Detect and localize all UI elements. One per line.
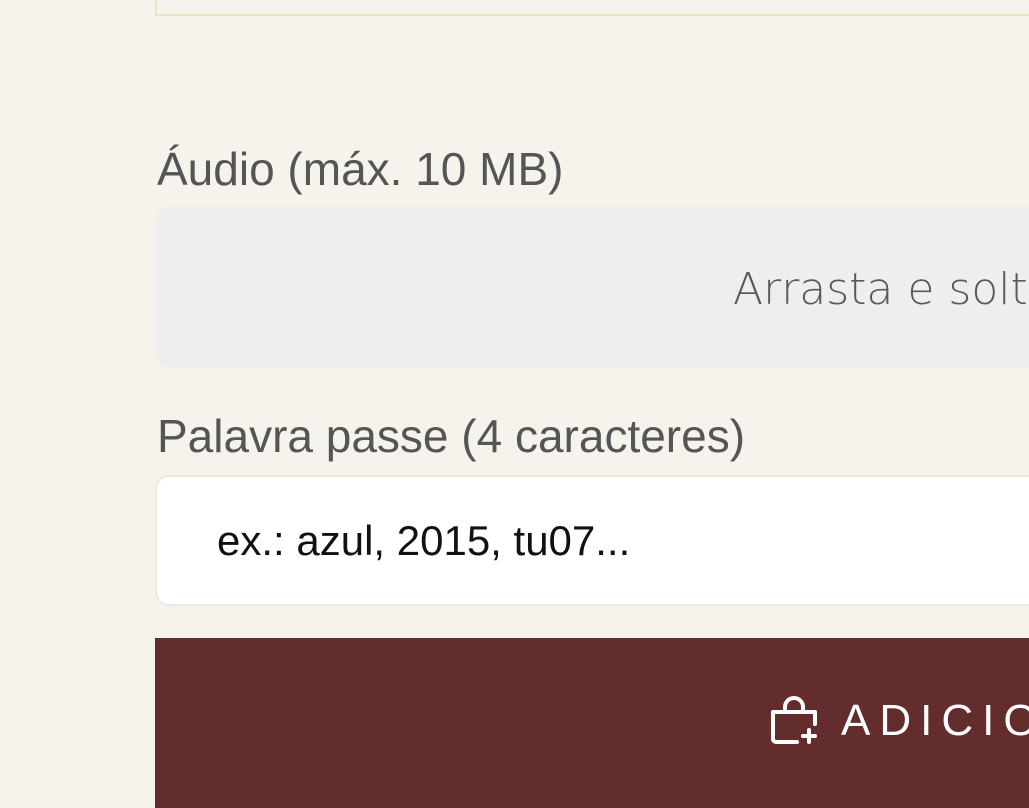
add-button-content: ADICIO [769, 696, 1029, 746]
audio-label: Áudio (máx. 10 MB) [157, 143, 564, 195]
previous-field-box [155, 0, 1029, 16]
password-input[interactable] [155, 475, 1029, 606]
add-button[interactable]: ADICIO [155, 638, 1029, 808]
password-label: Palavra passe (4 caracteres) [157, 410, 746, 462]
audio-dropzone[interactable]: Arrasta e solt [155, 206, 1029, 368]
shopping-bag-plus-icon [769, 696, 819, 746]
add-button-label: ADICIO [841, 696, 1029, 745]
upload-form-page: Áudio (máx. 10 MB) Arrasta e solt Palavr… [0, 0, 1029, 808]
dropzone-text: Arrasta e solt [733, 264, 1028, 315]
